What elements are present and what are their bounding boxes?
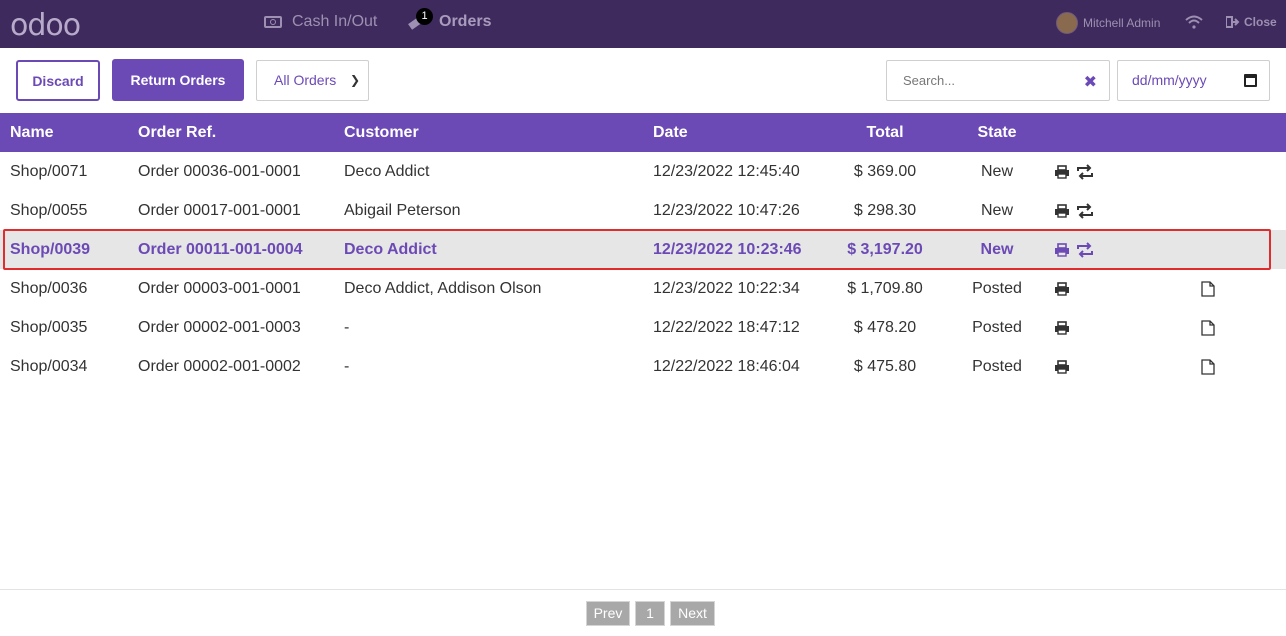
printer-icon[interactable] bbox=[1054, 203, 1070, 219]
order-name: Shop/0036 bbox=[10, 280, 88, 297]
order-customer: - bbox=[344, 358, 350, 375]
order-total: $ 475.80 bbox=[853, 358, 917, 375]
order-total: $ 1,709.80 bbox=[847, 280, 923, 297]
orders-label: Orders bbox=[439, 13, 492, 30]
order-total: $ 298.30 bbox=[853, 202, 917, 219]
refund-icon[interactable] bbox=[1076, 164, 1094, 180]
order-name: Shop/0039 bbox=[10, 241, 91, 258]
orders-count-badge: 1 bbox=[416, 8, 433, 25]
header-total: Total bbox=[866, 124, 904, 141]
orders-table-body: Shop/0071 Order 00036-001-0001 Deco Addi… bbox=[0, 152, 1286, 386]
order-state: Posted bbox=[972, 280, 1022, 297]
header-order-ref: Order Ref. bbox=[138, 124, 217, 141]
order-state: Posted bbox=[972, 358, 1022, 375]
printer-icon[interactable] bbox=[1054, 359, 1070, 375]
table-row-selected[interactable]: Shop/0039 Order 00011-001-0004 Deco Addi… bbox=[0, 229, 1286, 270]
order-date: 12/23/2022 10:22:34 bbox=[653, 280, 800, 297]
discard-button[interactable]: Discard bbox=[16, 60, 100, 101]
header-state: State bbox=[977, 124, 1017, 141]
order-total: $ 3,197.20 bbox=[847, 241, 923, 258]
printer-icon[interactable] bbox=[1054, 320, 1070, 336]
order-ref: Order 00003-001-0001 bbox=[138, 280, 301, 297]
table-row[interactable]: Shop/0055 Order 00017-001-0001 Abigail P… bbox=[0, 191, 1286, 230]
toolbar: Discard Return Orders All Orders ❯ ✖ dd/… bbox=[0, 48, 1286, 112]
order-date: 12/23/2022 10:23:46 bbox=[653, 241, 802, 258]
table-row[interactable]: Shop/0036 Order 00003-001-0001 Deco Addi… bbox=[0, 269, 1286, 308]
order-ref: Order 00002-001-0003 bbox=[138, 319, 301, 336]
order-state: New bbox=[980, 241, 1014, 258]
order-name: Shop/0071 bbox=[10, 163, 88, 180]
order-total: $ 369.00 bbox=[853, 163, 917, 180]
order-name: Shop/0035 bbox=[10, 319, 88, 336]
order-total: $ 478.20 bbox=[853, 319, 917, 336]
order-filter-select[interactable]: All Orders ❯ bbox=[256, 60, 369, 101]
user-menu[interactable]: Mitchell Admin bbox=[1056, 12, 1160, 34]
header-date: Date bbox=[653, 124, 688, 141]
header-name: Name bbox=[10, 124, 54, 141]
order-ref: Order 00036-001-0001 bbox=[138, 163, 301, 180]
order-state: Posted bbox=[972, 319, 1022, 336]
pagination-bar: Prev 1 Next bbox=[0, 589, 1286, 636]
order-date: 12/22/2022 18:47:12 bbox=[653, 319, 800, 336]
date-filter-input[interactable]: dd/mm/yyyy bbox=[1117, 60, 1270, 101]
avatar bbox=[1056, 12, 1078, 34]
user-name: Mitchell Admin bbox=[1083, 16, 1161, 30]
invoice-icon[interactable] bbox=[1201, 359, 1215, 375]
printer-icon[interactable] bbox=[1054, 281, 1070, 297]
date-placeholder: dd/mm/yyyy bbox=[1132, 72, 1207, 88]
search-box: ✖ bbox=[886, 60, 1110, 101]
calendar-icon[interactable] bbox=[1244, 74, 1257, 87]
refund-icon[interactable] bbox=[1076, 203, 1094, 219]
prev-page-button[interactable]: Prev bbox=[586, 601, 630, 626]
orders-table-header: Name Order Ref. Customer Date Total Stat… bbox=[0, 113, 1286, 152]
logout-icon bbox=[1226, 16, 1240, 28]
order-customer: Deco Addict bbox=[344, 241, 437, 258]
odoo-logo: odoo bbox=[10, 8, 81, 43]
refund-icon[interactable] bbox=[1076, 242, 1094, 258]
order-state: New bbox=[980, 202, 1013, 219]
order-date: 12/23/2022 12:45:40 bbox=[653, 163, 800, 180]
cash-in-out-button[interactable]: Cash In/Out bbox=[264, 13, 377, 31]
cash-in-out-label: Cash In/Out bbox=[292, 13, 378, 30]
order-ref: Order 00017-001-0001 bbox=[138, 202, 301, 219]
table-row[interactable]: Shop/0035 Order 00002-001-0003 - 12/22/2… bbox=[0, 308, 1286, 347]
next-page-button[interactable]: Next bbox=[670, 601, 715, 626]
order-name: Shop/0055 bbox=[10, 202, 88, 219]
close-label: Close bbox=[1244, 15, 1277, 29]
order-customer: - bbox=[344, 319, 350, 336]
close-button[interactable]: Close bbox=[1226, 15, 1277, 29]
header-customer: Customer bbox=[344, 124, 419, 141]
order-name: Shop/0034 bbox=[10, 358, 88, 375]
printer-icon[interactable] bbox=[1054, 164, 1070, 180]
order-ref: Order 00002-001-0002 bbox=[138, 358, 301, 375]
order-customer: Deco Addict, Addison Olson bbox=[344, 280, 542, 297]
return-orders-button[interactable]: Return Orders bbox=[112, 59, 244, 101]
invoice-icon[interactable] bbox=[1201, 320, 1215, 336]
page-number[interactable]: 1 bbox=[635, 601, 665, 626]
invoice-icon[interactable] bbox=[1201, 281, 1215, 297]
order-state: New bbox=[980, 163, 1013, 180]
table-row[interactable]: Shop/0071 Order 00036-001-0001 Deco Addi… bbox=[0, 152, 1286, 191]
order-filter-value: All Orders bbox=[274, 72, 337, 88]
wifi-icon bbox=[1185, 15, 1203, 29]
order-customer: Abigail Peterson bbox=[344, 202, 461, 219]
table-row[interactable]: Shop/0034 Order 00002-001-0002 - 12/22/2… bbox=[0, 347, 1286, 386]
clear-search-icon[interactable]: ✖ bbox=[1084, 72, 1097, 92]
printer-icon[interactable] bbox=[1054, 242, 1070, 258]
search-input[interactable] bbox=[903, 73, 1073, 88]
order-customer: Deco Addict bbox=[344, 163, 430, 180]
order-date: 12/23/2022 10:47:26 bbox=[653, 202, 800, 219]
top-bar: odoo Cash In/Out Orders 1 Mitchell Admin… bbox=[0, 0, 1286, 48]
chevron-down-icon: ❯ bbox=[349, 73, 360, 87]
cash-icon bbox=[264, 16, 282, 28]
order-date: 12/22/2022 18:46:04 bbox=[653, 358, 800, 375]
order-ref: Order 00011-001-0004 bbox=[138, 241, 303, 258]
